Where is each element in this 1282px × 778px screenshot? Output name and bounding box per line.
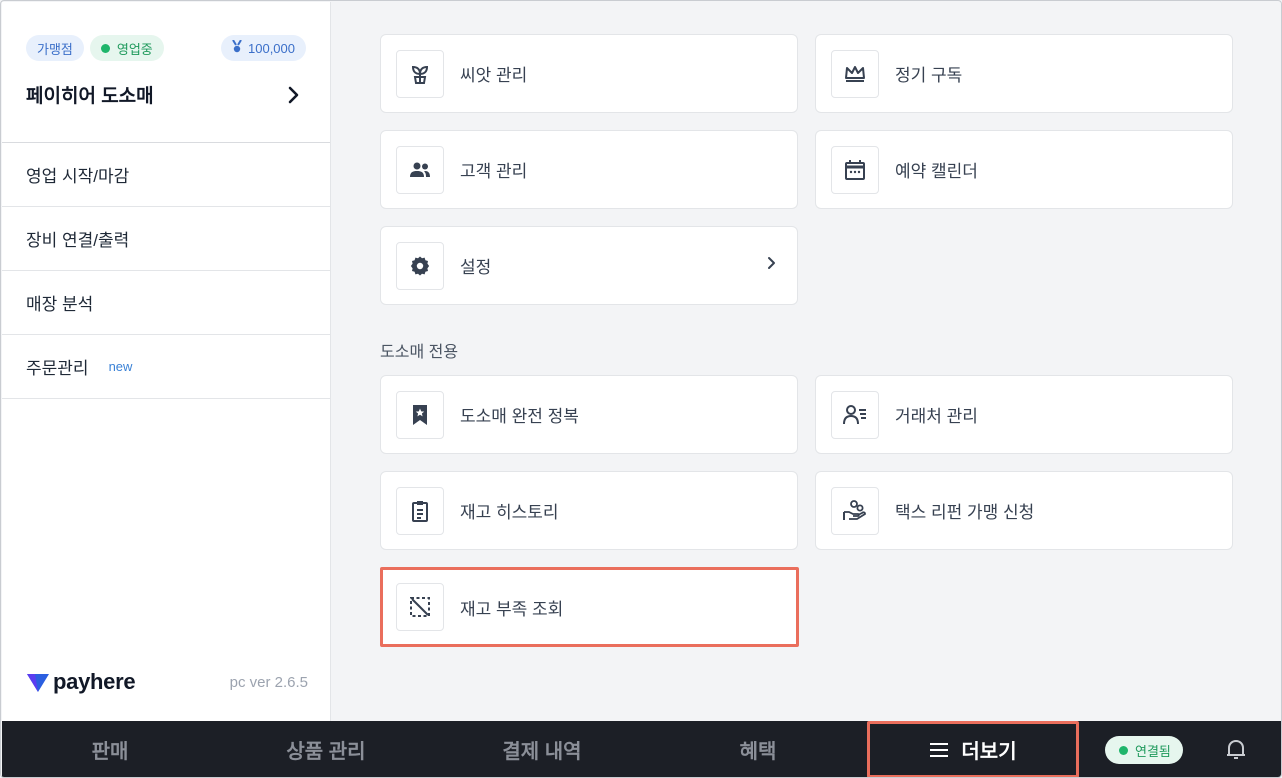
bookmark-star-icon [396, 390, 444, 439]
contact-list-icon [831, 390, 879, 439]
inventory-history-card[interactable]: 재고 히스토리 [380, 471, 798, 550]
bell-icon[interactable] [1224, 737, 1248, 761]
card-label: 예약 캘린더 [895, 162, 978, 181]
sidebar-item-store-analytics[interactable]: 매장 분석 [2, 271, 330, 335]
store-name: 페이히어 도소매 [26, 86, 154, 107]
card-label: 고객 관리 [460, 162, 528, 181]
sidebar-item-device-connection[interactable]: 장비 연결/출력 [2, 207, 330, 271]
status-dot-icon [100, 43, 110, 53]
hamburger-icon [929, 742, 949, 758]
sidebar-item-label: 매장 분석 [26, 295, 94, 314]
sidebar-item-label: 주문관리 [26, 359, 89, 378]
settings-card[interactable]: 설정 [380, 226, 798, 305]
chevron-right-icon[interactable] [282, 83, 306, 107]
card-label: 재고 히스토리 [460, 503, 559, 522]
tab-label: 혜택 [739, 741, 777, 763]
payhere-logo: payhere [26, 669, 136, 695]
franchise-badge: 가맹점 [26, 35, 84, 61]
tab-payment-history[interactable]: 결제 내역 [434, 721, 650, 777]
gear-icon [396, 241, 444, 290]
store-badges: 가맹점 영업중 100,000 [26, 35, 306, 61]
store-name-row[interactable]: 페이히어 도소매 [26, 81, 306, 108]
card-label: 재고 부족 조회 [460, 599, 564, 619]
connection-dot-icon [1119, 745, 1128, 755]
status-badge: 영업중 [89, 35, 164, 61]
bottom-nav: 판매 상품 관리 결제 내역 혜택 더보기 연결됨 [2, 721, 1281, 777]
card-label: 정기 구독 [895, 66, 963, 85]
tab-benefits[interactable]: 혜택 [650, 721, 866, 777]
card-label: 택스 리펀 가맹 신청 [895, 503, 1035, 522]
card-label: 설정 [460, 258, 492, 277]
tab-label: 더보기 [961, 741, 1017, 763]
sidebar-item-label: 장비 연결/출력 [26, 231, 130, 250]
low-stock-lookup-card[interactable]: 재고 부족 조회 [380, 567, 799, 647]
connection-status-badge: 연결됨 [1105, 736, 1183, 764]
sprout-icon [396, 49, 444, 98]
medal-icon [232, 39, 242, 56]
vendor-management-card[interactable]: 거래처 관리 [815, 375, 1233, 454]
seed-management-card[interactable]: 씨앗 관리 [380, 34, 798, 113]
card-label: 거래처 관리 [895, 407, 978, 426]
new-tag: new [108, 359, 133, 374]
calendar-icon [831, 145, 879, 194]
app-version: pc ver 2.6.5 [229, 673, 308, 691]
tab-label: 상품 관리 [286, 741, 366, 763]
people-icon [396, 145, 444, 194]
logo-text: payhere [53, 669, 136, 694]
app-window: 가맹점 영업중 100,000 페이히어 도소매 영업 시작/마감 장비 연결/… [0, 0, 1282, 778]
sidebar: 가맹점 영업중 100,000 페이히어 도소매 영업 시작/마감 장비 연결/… [2, 2, 331, 721]
main-content: 씨앗 관리 정기 구독 고객 관리 예약 캘린더 설정 도소매 전용 도소매 완… [332, 2, 1281, 721]
tab-sales[interactable]: 판매 [2, 721, 218, 777]
sidebar-item-order-management[interactable]: 주문관리 new [2, 335, 330, 399]
status-badge-label: 영업중 [116, 41, 153, 57]
points-badge: 100,000 [221, 35, 306, 61]
sidebar-item-label: 영업 시작/마감 [26, 167, 130, 186]
dashed-slash-icon [396, 583, 444, 631]
reservation-calendar-card[interactable]: 예약 캘린더 [815, 130, 1233, 209]
tax-refund-card[interactable]: 택스 리펀 가맹 신청 [815, 471, 1233, 550]
tab-label: 판매 [91, 741, 129, 763]
crown-icon [831, 49, 879, 98]
payhere-logo-icon [27, 674, 49, 692]
points-value: 100,000 [248, 40, 295, 56]
clipboard-icon [396, 486, 444, 535]
section-title-wholesale: 도소매 전용 [380, 344, 459, 361]
chevron-right-icon [767, 255, 777, 276]
subscription-card[interactable]: 정기 구독 [815, 34, 1233, 113]
tab-product-management[interactable]: 상품 관리 [218, 721, 434, 777]
tab-label: 결제 내역 [502, 741, 582, 763]
hand-coins-icon [831, 486, 879, 535]
store-card[interactable]: 가맹점 영업중 100,000 페이히어 도소매 [2, 2, 330, 143]
card-label: 씨앗 관리 [460, 66, 528, 85]
connection-status-label: 연결됨 [1135, 743, 1171, 759]
sidebar-footer: payhere pc ver 2.6.5 [26, 669, 308, 695]
card-label: 도소매 완전 정복 [460, 407, 579, 426]
wholesale-guide-card[interactable]: 도소매 완전 정복 [380, 375, 798, 454]
sidebar-item-business-open-close[interactable]: 영업 시작/마감 [2, 143, 330, 207]
tab-more[interactable]: 더보기 [867, 721, 1079, 777]
customer-management-card[interactable]: 고객 관리 [380, 130, 798, 209]
